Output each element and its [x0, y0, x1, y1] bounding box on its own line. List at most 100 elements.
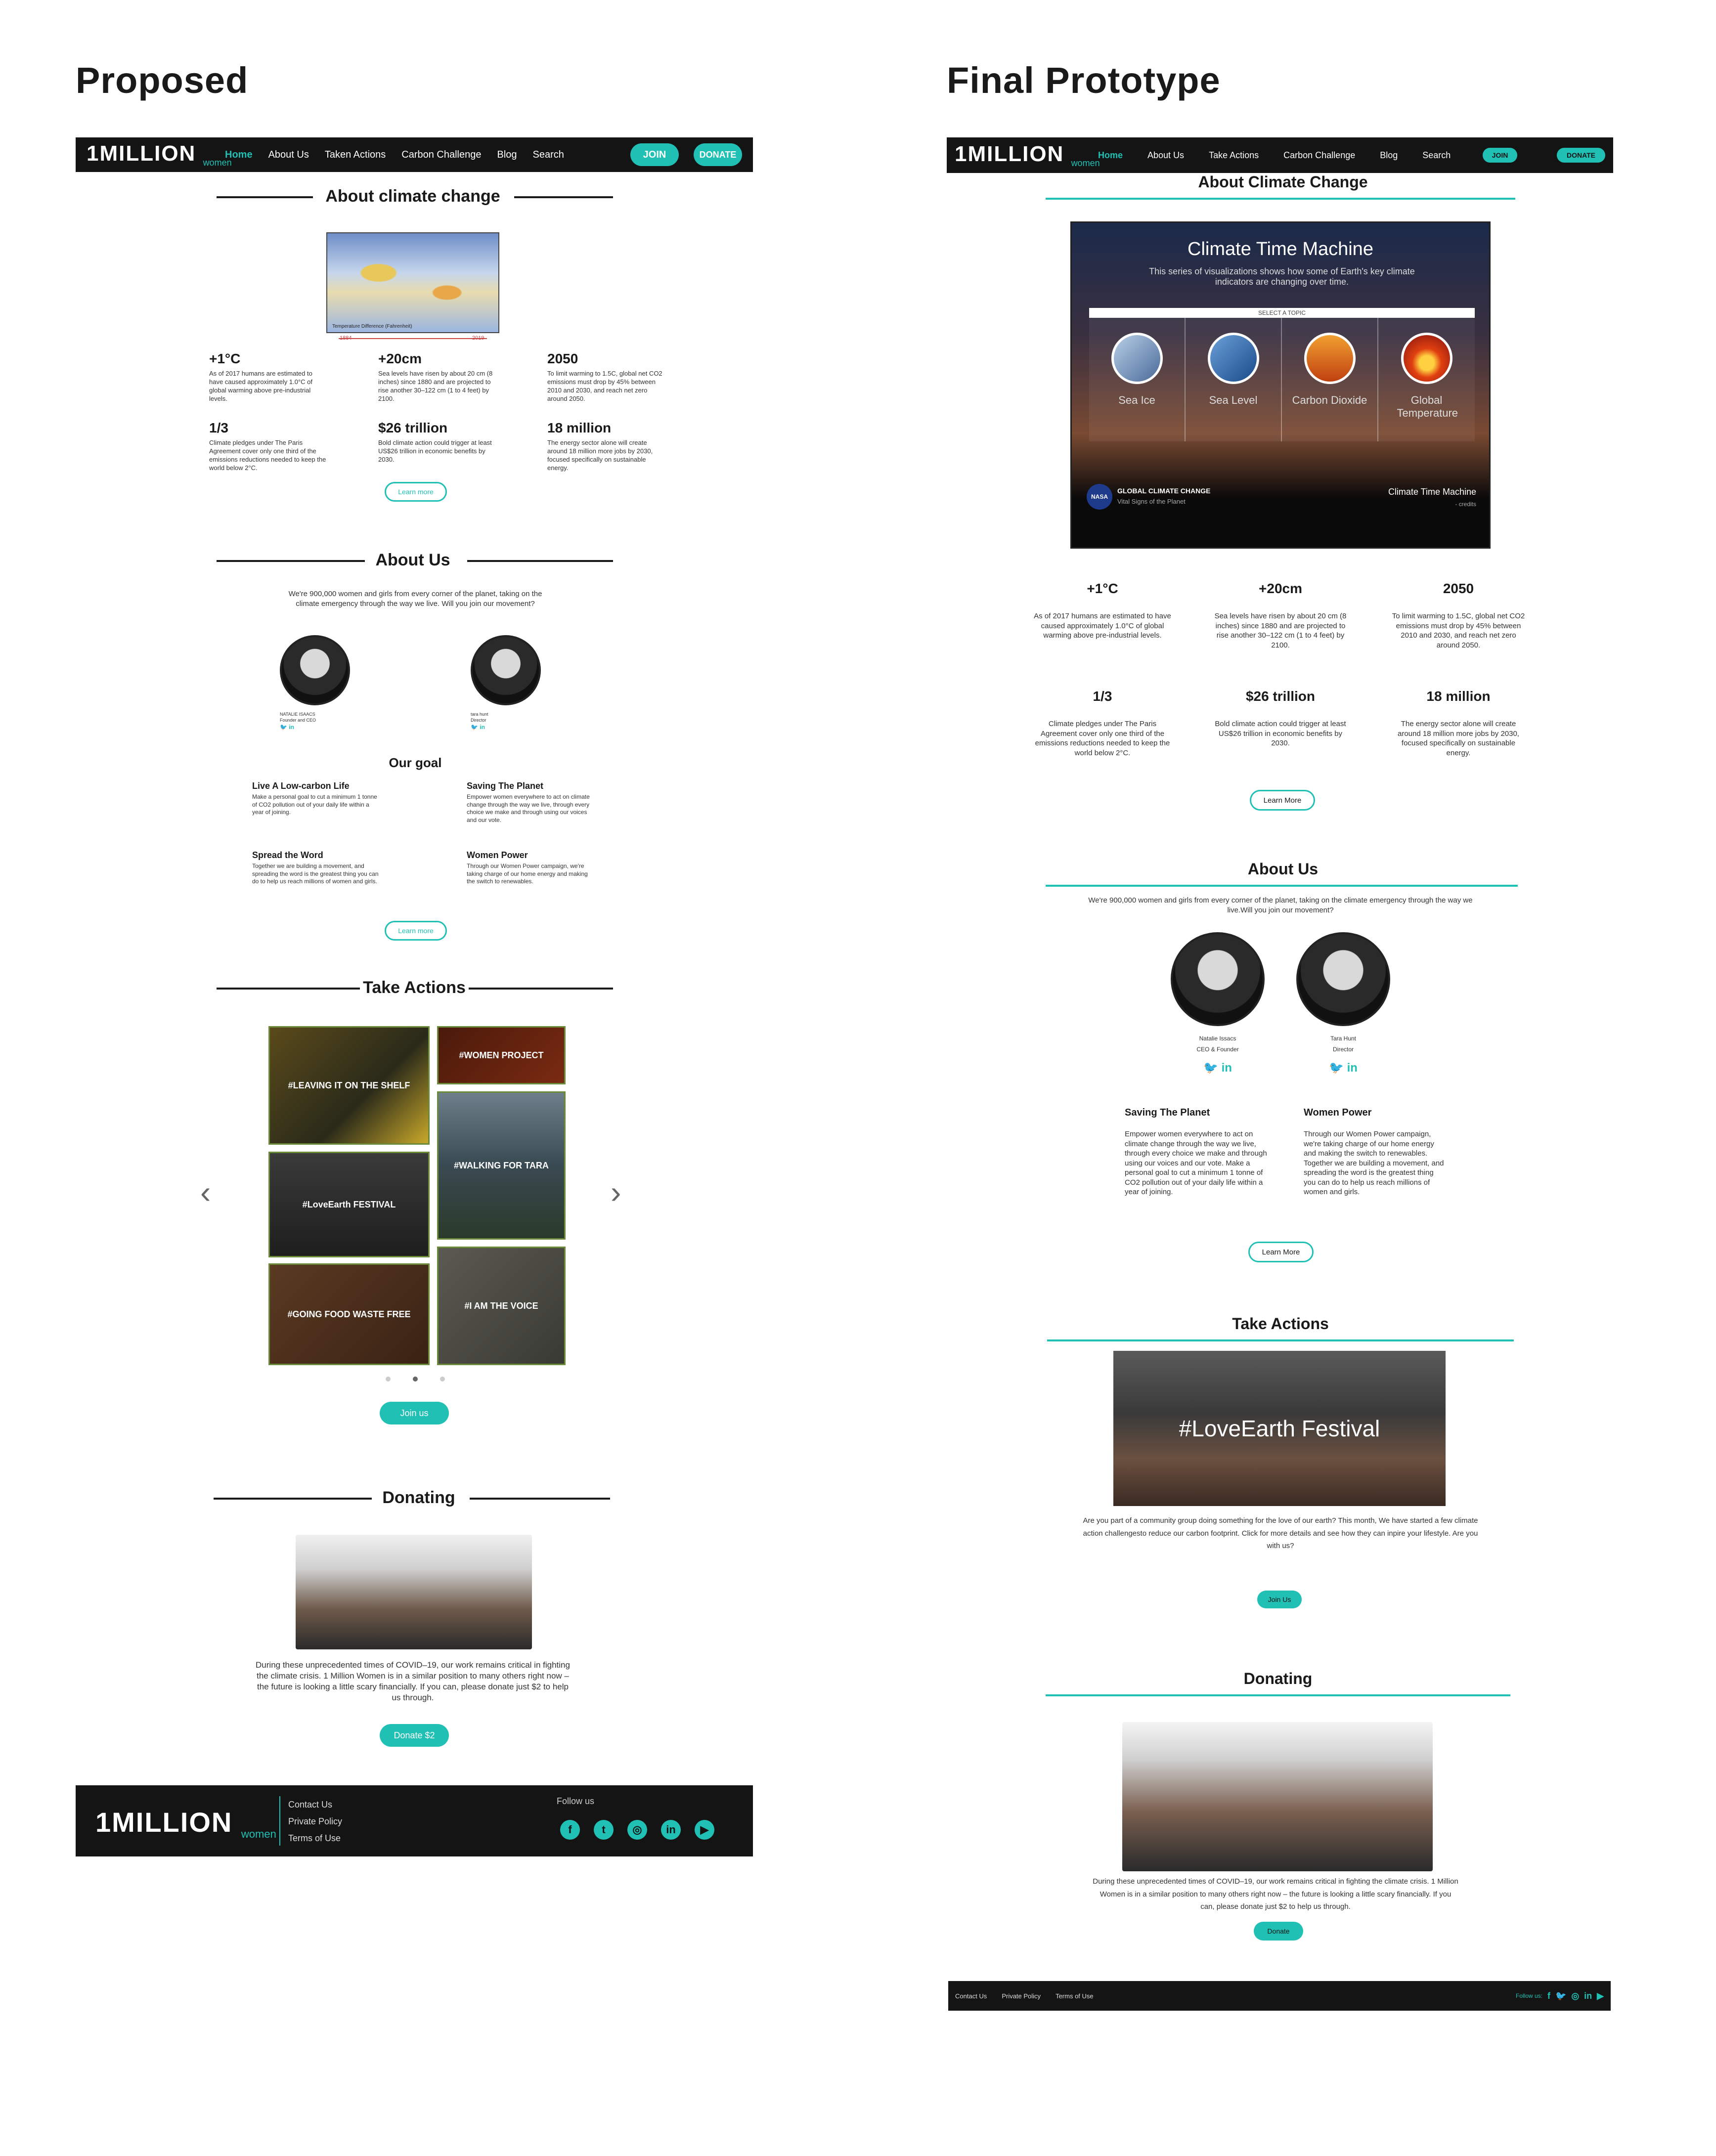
social-links[interactable]: 🐦 in: [280, 724, 294, 731]
social-links[interactable]: 🐦 in: [471, 724, 485, 731]
youtube-icon[interactable]: ▶: [1597, 1991, 1604, 2001]
carbon-dioxide-icon: [1304, 333, 1356, 384]
nav-actions[interactable]: Taken Actions: [325, 149, 386, 161]
rule: [214, 1498, 372, 1500]
action-tile[interactable]: #GOING FOOD WASTE FREE: [268, 1263, 430, 1365]
goal-text: Empower women everywhere to act on clima…: [467, 793, 590, 823]
stat-value: 18 million: [1426, 689, 1491, 704]
action-tile[interactable]: #WALKING FOR TARA: [437, 1091, 566, 1240]
donating-photo: [296, 1535, 532, 1649]
sea-ice-icon: [1111, 333, 1163, 384]
learn-more-button[interactable]: Learn more: [385, 482, 447, 502]
brand-logo[interactable]: 1MILLION women: [87, 141, 232, 168]
donate-button[interactable]: DONATE: [1557, 148, 1605, 163]
ctm-topic[interactable]: Sea Ice: [1089, 318, 1186, 441]
carousel-next[interactable]: ›: [611, 1174, 621, 1210]
stat-text: As of 2017 humans are estimated to have …: [209, 370, 312, 402]
footer-contact[interactable]: Contact Us: [288, 1796, 342, 1813]
carousel-dot[interactable]: [440, 1377, 445, 1381]
donate-button[interactable]: Donate: [1254, 1922, 1303, 1940]
stat-text: To limit warming to 1.5C, global net CO2…: [547, 370, 662, 402]
footer-contact[interactable]: Contact Us: [955, 1992, 987, 2000]
nav-carbon[interactable]: Carbon Challenge: [401, 149, 481, 161]
stat-text: Climate pledges under The Paris Agreemen…: [1035, 720, 1170, 757]
nav-blog[interactable]: Blog: [1380, 150, 1398, 161]
carousel-prev[interactable]: ‹: [200, 1174, 211, 1210]
person-name: tara hunt: [471, 712, 488, 717]
avatar: [1171, 932, 1265, 1026]
footer-privacy[interactable]: Private Policy: [288, 1813, 342, 1830]
nav-search[interactable]: Search: [533, 149, 564, 161]
global-temperature-icon: [1401, 333, 1452, 384]
stat-value: 1/3: [209, 420, 228, 435]
nav-home[interactable]: Home: [1098, 150, 1123, 161]
instagram-icon[interactable]: ◎: [627, 1820, 647, 1840]
climate-time-machine[interactable]: Climate Time Machine This series of visu…: [1070, 221, 1491, 549]
logo-text: 1MILLION: [955, 142, 1064, 167]
nav-blog[interactable]: Blog: [497, 149, 517, 161]
nav-carbon[interactable]: Carbon Challenge: [1283, 150, 1355, 161]
footer-terms[interactable]: Terms of Use: [1056, 1992, 1094, 2000]
about-us-text: We're 900,000 women and girls from every…: [1088, 896, 1473, 914]
instagram-icon[interactable]: ◎: [1571, 1991, 1579, 2001]
stat-value: 18 million: [547, 420, 612, 435]
carousel-dot[interactable]: [413, 1377, 418, 1381]
youtube-icon[interactable]: ▶: [695, 1820, 714, 1840]
learn-more-button[interactable]: Learn More: [1250, 790, 1315, 811]
action-tile[interactable]: #LEAVING IT ON THE SHELF: [268, 1026, 430, 1145]
donate-2-button[interactable]: Donate $2: [380, 1724, 449, 1747]
social-links[interactable]: 🐦 in: [1294, 1061, 1393, 1075]
action-tile[interactable]: #I AM THE VOICE: [437, 1247, 566, 1365]
join-button[interactable]: JOIN: [630, 143, 679, 166]
nav-about[interactable]: About Us: [268, 149, 309, 161]
facebook-icon[interactable]: f: [1547, 1991, 1550, 2001]
goal: Spread the Word Together we are building…: [252, 850, 381, 886]
carousel-dots: [386, 1377, 445, 1381]
linkedin-icon[interactable]: in: [661, 1820, 681, 1840]
rule: [1046, 198, 1515, 200]
goal-text: Together we are building a movement, and…: [252, 862, 379, 885]
twitter-icon[interactable]: 🐦: [1555, 1991, 1566, 2001]
footer-terms[interactable]: Terms of Use: [288, 1830, 342, 1847]
join-us-button[interactable]: Join us: [380, 1402, 449, 1424]
ctm-topic[interactable]: Global Temperature: [1378, 318, 1475, 441]
timeline-slider[interactable]: 1884 2019: [329, 335, 497, 342]
facebook-icon[interactable]: f: [560, 1820, 580, 1840]
section-title: Donating: [1243, 1670, 1313, 1687]
stat-value: 2050: [547, 351, 578, 366]
rule: [1046, 1694, 1510, 1696]
goal-text: Through our Women Power campaign, we're …: [467, 862, 588, 885]
footer-privacy[interactable]: Private Policy: [1002, 1992, 1041, 2000]
donate-button[interactable]: DONATE: [694, 143, 742, 166]
brand-logo[interactable]: 1MILLION women: [955, 142, 1100, 169]
join-button[interactable]: JOIN: [1483, 148, 1517, 163]
nav-search[interactable]: Search: [1422, 150, 1451, 161]
person-name: Tara Hunt: [1330, 1035, 1357, 1042]
ctm-topic-label: Carbon Dioxide: [1292, 394, 1367, 406]
stat-text: As of 2017 humans are estimated to have …: [1034, 612, 1171, 640]
ctm-title: Climate Time Machine: [1188, 239, 1373, 259]
learn-more-button[interactable]: Learn More: [1248, 1242, 1314, 1262]
ctm-credit[interactable]: - credits: [1455, 501, 1476, 508]
ctm-topic-label: Sea Ice: [1118, 394, 1155, 406]
goal: Women Power Through our Women Power camp…: [1304, 1107, 1447, 1197]
learn-more-button[interactable]: Learn more: [385, 921, 447, 941]
nav-actions[interactable]: Take Actions: [1209, 150, 1259, 161]
social-links[interactable]: 🐦 in: [1168, 1061, 1267, 1075]
carousel-dot[interactable]: [386, 1377, 391, 1381]
ctm-topic[interactable]: Sea Level: [1186, 318, 1282, 441]
nav-about[interactable]: About Us: [1147, 150, 1184, 161]
proposed-navbar: 1MILLION women Home About Us Taken Actio…: [76, 137, 753, 172]
join-us-button[interactable]: Join Us: [1257, 1591, 1302, 1608]
avatar: [1296, 932, 1390, 1026]
ctm-topic[interactable]: Carbon Dioxide: [1282, 318, 1378, 441]
rule: [217, 196, 313, 198]
action-tile[interactable]: #LoveEarth FESTIVAL: [268, 1152, 430, 1257]
action-tile[interactable]: #WOMEN PROJECT: [437, 1026, 566, 1084]
festival-banner[interactable]: #LoveEarth Festival: [1113, 1351, 1446, 1506]
linkedin-icon[interactable]: in: [1584, 1991, 1592, 2001]
donating-text: During these unprecedented times of COVI…: [1093, 1877, 1458, 1911]
take-actions-text: Are you part of a community group doing …: [1083, 1516, 1478, 1550]
follow-label: Follow us: [557, 1796, 595, 1806]
twitter-icon[interactable]: t: [594, 1820, 614, 1840]
